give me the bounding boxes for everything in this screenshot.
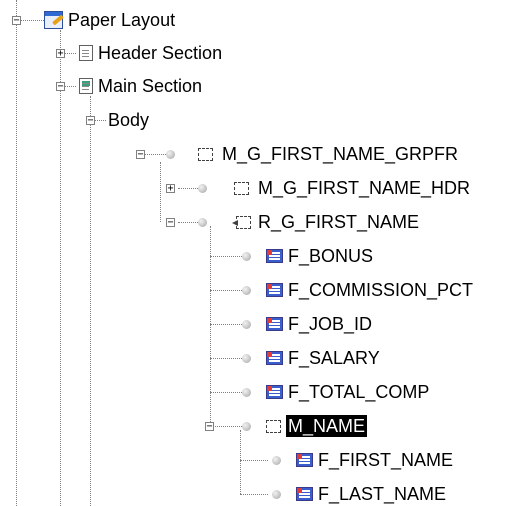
- node-bullet-icon: [272, 456, 281, 465]
- node-bullet-icon: [242, 252, 251, 261]
- repeating-frame-icon: [236, 216, 251, 229]
- tree-connector: [160, 162, 161, 222]
- frame-icon: [266, 420, 281, 433]
- tree-connector: [210, 358, 242, 359]
- expand-toggle[interactable]: +: [56, 49, 65, 59]
- tree-node-field[interactable]: F_LAST_NAME: [316, 483, 448, 505]
- tree-connector: [240, 430, 241, 494]
- tree-connector: [16, 0, 17, 506]
- paper-layout-icon: [44, 11, 63, 29]
- expand-toggle[interactable]: +: [166, 184, 175, 194]
- collapse-toggle[interactable]: −: [166, 218, 175, 228]
- field-icon: [296, 487, 313, 501]
- tree-node-main-section[interactable]: Main Section: [96, 75, 204, 97]
- frame-icon: [198, 148, 213, 161]
- tree-connector: [240, 460, 268, 461]
- tree-connector: [64, 53, 76, 54]
- tree-connector: [240, 494, 268, 495]
- tree-node-field[interactable]: F_JOB_ID: [286, 313, 374, 335]
- field-icon: [266, 249, 283, 263]
- tree-node-field[interactable]: F_COMMISSION_PCT: [286, 279, 475, 301]
- tree-connector: [60, 30, 61, 506]
- tree-node-header-section[interactable]: Header Section: [96, 42, 224, 64]
- tree-connector: [178, 222, 198, 223]
- tree-connector: [210, 290, 242, 291]
- field-icon: [266, 351, 283, 365]
- node-bullet-icon: [242, 286, 251, 295]
- tree-node-paper-layout[interactable]: Paper Layout: [66, 9, 177, 31]
- tree-connector: [90, 96, 91, 506]
- object-navigator-tree: − Paper Layout + Header Section − Main S…: [0, 0, 518, 506]
- tree-connector: [210, 426, 242, 427]
- collapse-toggle[interactable]: −: [86, 116, 95, 126]
- document-icon: [79, 45, 93, 61]
- tree-node-m-g-first-name-hdr[interactable]: M_G_FIRST_NAME_HDR: [256, 177, 472, 199]
- node-bullet-icon: [242, 354, 251, 363]
- tree-connector: [178, 188, 198, 189]
- tree-connector: [210, 392, 242, 393]
- tree-node-m-name-selected[interactable]: M_NAME: [286, 415, 368, 437]
- field-icon: [266, 385, 283, 399]
- node-bullet-icon: [198, 218, 207, 227]
- tree-node-field[interactable]: F_SALARY: [286, 347, 382, 369]
- frame-icon: [234, 182, 249, 195]
- tree-node-m-g-first-name-grpfr[interactable]: M_G_FIRST_NAME_GRPFR: [220, 143, 460, 165]
- tree-node-body[interactable]: Body: [106, 109, 151, 131]
- main-document-icon: [79, 78, 93, 94]
- field-icon: [296, 453, 313, 467]
- field-icon: [266, 317, 283, 331]
- node-bullet-icon: [242, 320, 251, 329]
- field-icon: [266, 283, 283, 297]
- tree-connector: [210, 324, 242, 325]
- node-bullet-icon: [198, 184, 207, 193]
- tree-connector: [210, 256, 242, 257]
- tree-node-field[interactable]: F_FIRST_NAME: [316, 449, 455, 471]
- tree-connector: [94, 120, 106, 121]
- collapse-toggle[interactable]: −: [56, 82, 65, 92]
- tree-node-r-g-first-name[interactable]: R_G_FIRST_NAME: [256, 211, 421, 233]
- tree-node-field[interactable]: F_BONUS: [286, 245, 375, 267]
- collapse-toggle[interactable]: −: [205, 422, 214, 432]
- node-bullet-icon: [166, 150, 175, 159]
- tree-connector: [64, 86, 76, 87]
- node-bullet-icon: [272, 490, 281, 499]
- collapse-toggle[interactable]: −: [136, 150, 145, 160]
- tree-node-field[interactable]: F_TOTAL_COMP: [286, 381, 431, 403]
- node-bullet-icon: [242, 388, 251, 397]
- collapse-toggle[interactable]: −: [12, 16, 21, 26]
- node-bullet-icon: [242, 422, 251, 431]
- tree-connector: [20, 20, 44, 21]
